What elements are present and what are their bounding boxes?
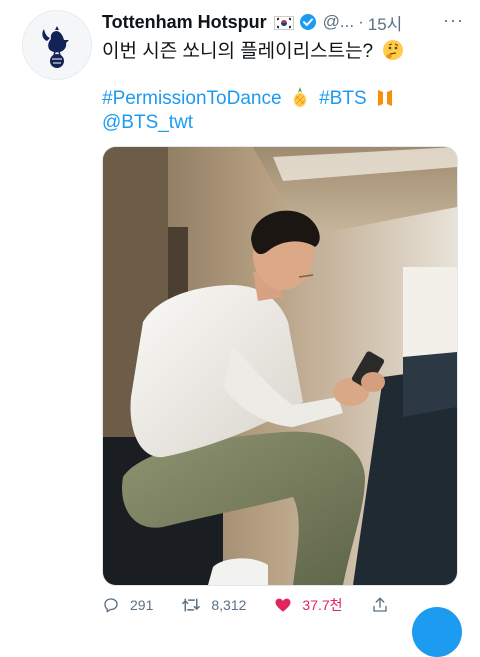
tweet-text: 이번 시즌 쏘니의 플레이리스트는? <box>102 41 374 62</box>
like-count: 37.7천 <box>302 597 343 613</box>
tweet-header: Tottenham Hotspur @... · 15시 ··· <box>102 10 470 34</box>
author-name[interactable]: Tottenham Hotspur <box>102 12 267 33</box>
share-button[interactable] <box>371 596 399 614</box>
tweet[interactable]: Tottenham Hotspur @... · 15시 ··· 이번 시즌 쏘… <box>0 0 480 657</box>
retweet-button[interactable]: 8,312 <box>181 596 246 614</box>
heart-icon <box>275 598 291 612</box>
more-options-icon[interactable]: ··· <box>443 10 464 31</box>
retweet-icon <box>182 598 201 612</box>
author-handle[interactable]: @... <box>323 12 354 32</box>
retweet-count: 8,312 <box>211 597 247 613</box>
tweet-text-line: 이번 시즌 쏘니의 플레이리스트는? <box>102 36 404 67</box>
compose-tweet-button[interactable] <box>412 607 462 657</box>
spurs-cockerel-logo-icon <box>23 11 91 79</box>
tweet-time[interactable]: 15시 <box>368 10 403 35</box>
spurs-avatar[interactable] <box>22 10 92 80</box>
tweet-photo[interactable] <box>102 146 458 586</box>
hashtag-bts[interactable]: #BTS <box>319 88 367 109</box>
bts-logo-icon <box>377 90 392 106</box>
verified-badge-icon <box>299 13 317 31</box>
reply-button[interactable]: 291 <box>102 596 153 614</box>
separator-dot: · <box>358 12 364 31</box>
mention-bts-twt[interactable]: @BTS_twt <box>102 112 193 133</box>
hashtag-permissiontodance[interactable]: #PermissionToDance <box>102 88 282 109</box>
thinking-face-emoji-icon <box>382 39 404 67</box>
south-korea-flag-icon <box>273 15 294 30</box>
photo-man-with-phone <box>103 147 457 585</box>
tweet-hashtags: #PermissionToDance #BTS @BTS_twt <box>102 86 393 138</box>
reply-count: 291 <box>130 597 154 613</box>
pineapple-emoji-icon <box>293 87 306 107</box>
share-icon <box>372 597 387 612</box>
reply-icon <box>104 598 118 613</box>
tweet-actions: 291 8,312 37.7천 <box>102 594 470 616</box>
like-button[interactable]: 37.7천 <box>274 595 343 615</box>
